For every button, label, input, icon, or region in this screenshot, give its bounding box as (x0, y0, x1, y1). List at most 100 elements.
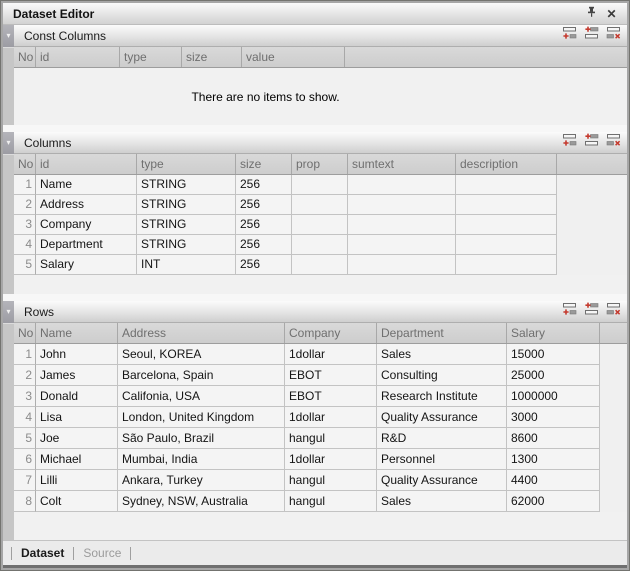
column-header-value[interactable]: value (242, 47, 345, 67)
cell-company[interactable]: EBOT (285, 386, 377, 407)
columns-collapse-button[interactable]: ▾ (3, 132, 14, 154)
cell-name[interactable]: Colt (36, 491, 118, 512)
insert-row-button[interactable] (582, 28, 600, 43)
cell-sumtext[interactable] (348, 195, 456, 215)
cell-id[interactable]: Department (36, 235, 137, 255)
column-header-type[interactable]: type (137, 154, 236, 174)
column-header-id[interactable]: id (36, 154, 137, 174)
row-number-cell[interactable]: 2 (14, 195, 36, 215)
cell-size[interactable]: 256 (236, 195, 292, 215)
rows-header-bar[interactable]: Rows (14, 301, 627, 323)
cell-department[interactable]: Sales (377, 344, 507, 365)
cell-address[interactable]: Barcelona, Spain (118, 365, 285, 386)
cell-department[interactable]: R&D (377, 428, 507, 449)
cell-company[interactable]: EBOT (285, 365, 377, 386)
cell-salary[interactable]: 15000 (507, 344, 600, 365)
cell-company[interactable]: 1dollar (285, 344, 377, 365)
cell-name[interactable]: Lisa (36, 407, 118, 428)
cell-id[interactable]: Name (36, 175, 137, 195)
delete-row-button[interactable] (604, 28, 622, 43)
cell-name[interactable]: Donald (36, 386, 118, 407)
cell-size[interactable]: 256 (236, 235, 292, 255)
row-number-cell[interactable]: 2 (14, 365, 36, 386)
columns-header-bar[interactable]: Columns (14, 132, 627, 154)
cell-description[interactable] (456, 235, 557, 255)
cell-address[interactable]: Ankara, Turkey (118, 470, 285, 491)
const-columns-collapse-button[interactable]: ▾ (3, 25, 14, 47)
cell-salary[interactable]: 1000000 (507, 386, 600, 407)
column-header-size[interactable]: size (182, 47, 242, 67)
cell-salary[interactable]: 4400 (507, 470, 600, 491)
cell-prop[interactable] (292, 175, 348, 195)
pin-button[interactable] (583, 6, 600, 22)
cell-address[interactable]: Califonia, USA (118, 386, 285, 407)
column-header-no[interactable]: No (14, 323, 36, 343)
cell-name[interactable]: John (36, 344, 118, 365)
cell-address[interactable]: São Paulo, Brazil (118, 428, 285, 449)
cell-sumtext[interactable] (348, 175, 456, 195)
cell-size[interactable]: 256 (236, 215, 292, 235)
cell-prop[interactable] (292, 255, 348, 275)
cell-prop[interactable] (292, 235, 348, 255)
cell-department[interactable]: Quality Assurance (377, 407, 507, 428)
cell-name[interactable]: James (36, 365, 118, 386)
column-header-no[interactable]: No (14, 154, 36, 174)
row-number-cell[interactable]: 8 (14, 491, 36, 512)
cell-salary[interactable]: 25000 (507, 365, 600, 386)
cell-department[interactable]: Research Institute (377, 386, 507, 407)
cell-size[interactable]: 256 (236, 255, 292, 275)
column-header-address[interactable]: Address (118, 323, 285, 343)
cell-company[interactable]: 1dollar (285, 449, 377, 470)
cell-prop[interactable] (292, 215, 348, 235)
cell-address[interactable]: London, United Kingdom (118, 407, 285, 428)
cell-type[interactable]: STRING (137, 195, 236, 215)
row-number-cell[interactable]: 7 (14, 470, 36, 491)
cell-name[interactable]: Michael (36, 449, 118, 470)
cell-name[interactable]: Lilli (36, 470, 118, 491)
column-header-type[interactable]: type (120, 47, 182, 67)
cell-description[interactable] (456, 195, 557, 215)
rows-collapse-button[interactable]: ▾ (3, 301, 14, 323)
column-header-company[interactable]: Company (285, 323, 377, 343)
add-row-button[interactable] (560, 304, 578, 319)
delete-row-button[interactable] (604, 304, 622, 319)
row-number-cell[interactable]: 3 (14, 386, 36, 407)
cell-salary[interactable]: 1300 (507, 449, 600, 470)
row-number-cell[interactable]: 6 (14, 449, 36, 470)
cell-address[interactable]: Seoul, KOREA (118, 344, 285, 365)
cell-address[interactable]: Sydney, NSW, Australia (118, 491, 285, 512)
cell-name[interactable]: Joe (36, 428, 118, 449)
cell-company[interactable]: hangul (285, 470, 377, 491)
column-header-department[interactable]: Department (377, 323, 507, 343)
cell-prop[interactable] (292, 195, 348, 215)
cell-sumtext[interactable] (348, 235, 456, 255)
column-header-name[interactable]: Name (36, 323, 118, 343)
cell-salary[interactable]: 62000 (507, 491, 600, 512)
cell-department[interactable]: Sales (377, 491, 507, 512)
cell-description[interactable] (456, 215, 557, 235)
column-header-description[interactable]: description (456, 154, 557, 174)
cell-description[interactable] (456, 175, 557, 195)
cell-address[interactable]: Mumbai, India (118, 449, 285, 470)
column-header-salary[interactable]: Salary (507, 323, 600, 343)
cell-department[interactable]: Quality Assurance (377, 470, 507, 491)
row-number-cell[interactable]: 1 (14, 175, 36, 195)
row-number-cell[interactable]: 4 (14, 407, 36, 428)
cell-type[interactable]: STRING (137, 215, 236, 235)
column-header-sumtext[interactable]: sumtext (348, 154, 456, 174)
const-columns-header-bar[interactable]: Const Columns (14, 25, 627, 47)
row-number-cell[interactable]: 1 (14, 344, 36, 365)
row-number-cell[interactable]: 4 (14, 235, 36, 255)
insert-row-button[interactable] (582, 304, 600, 319)
cell-size[interactable]: 256 (236, 175, 292, 195)
cell-company[interactable]: 1dollar (285, 407, 377, 428)
insert-row-button[interactable] (582, 135, 600, 150)
row-number-cell[interactable]: 5 (14, 255, 36, 275)
cell-salary[interactable]: 3000 (507, 407, 600, 428)
column-header-id[interactable]: id (36, 47, 120, 67)
column-header-prop[interactable]: prop (292, 154, 348, 174)
cell-company[interactable]: hangul (285, 428, 377, 449)
column-header-no[interactable]: No (14, 47, 36, 67)
cell-type[interactable]: STRING (137, 235, 236, 255)
close-button[interactable]: ✕ (603, 6, 620, 22)
